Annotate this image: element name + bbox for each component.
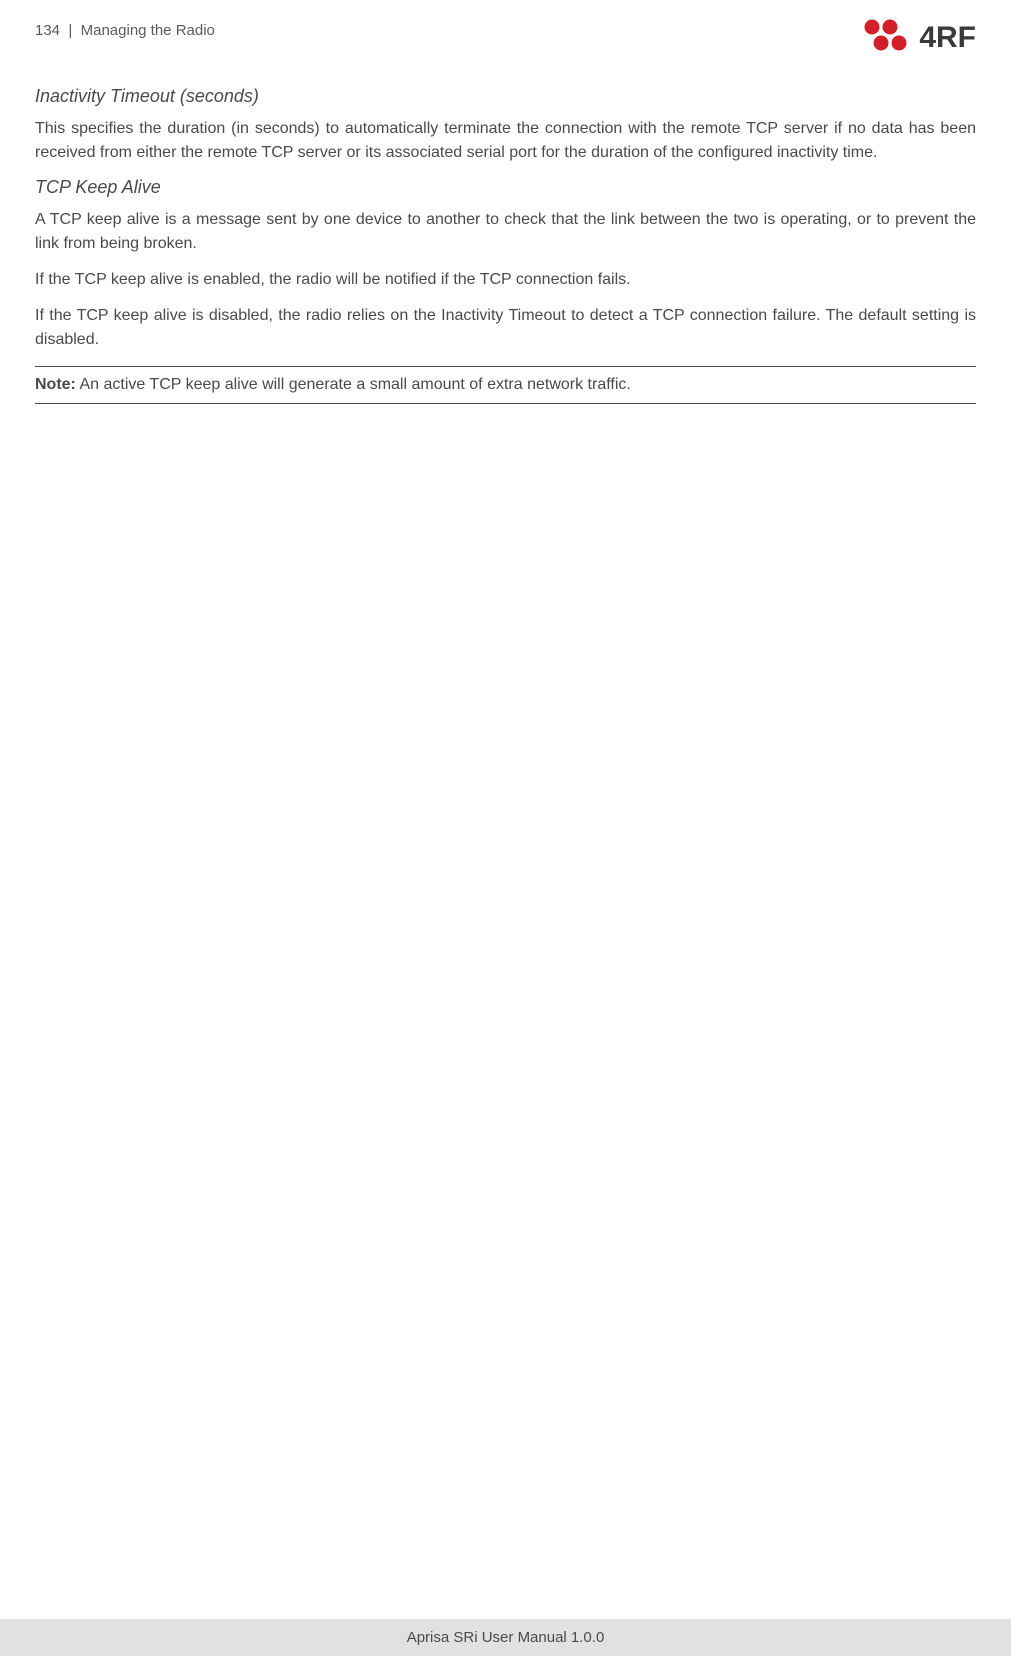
section-heading-2: TCP Keep Alive bbox=[35, 177, 976, 198]
note-label: Note: bbox=[35, 376, 76, 393]
paragraph: If the TCP keep alive is enabled, the ra… bbox=[35, 268, 976, 292]
paragraph: A TCP keep alive is a message sent by on… bbox=[35, 208, 976, 256]
footer-text: Aprisa SRi User Manual 1.0.0 bbox=[407, 1629, 605, 1646]
note: Note: An active TCP keep alive will gene… bbox=[35, 373, 976, 397]
logo-dots-icon bbox=[863, 18, 909, 58]
header-text: 134 | Managing the Radio bbox=[35, 18, 215, 39]
section-title: Managing the Radio bbox=[81, 22, 215, 39]
logo: 4RF bbox=[863, 18, 976, 58]
page-header: 134 | Managing the Radio 4RF bbox=[0, 0, 1011, 58]
paragraph: This specifies the duration (in seconds)… bbox=[35, 117, 976, 165]
paragraph: If the TCP keep alive is disabled, the r… bbox=[35, 304, 976, 352]
page-number: 134 bbox=[35, 22, 60, 39]
section-heading-1: Inactivity Timeout (seconds) bbox=[35, 86, 976, 107]
separator: | bbox=[68, 22, 72, 39]
page-footer: Aprisa SRi User Manual 1.0.0 bbox=[0, 1619, 1011, 1656]
logo-text: 4RF bbox=[919, 21, 976, 55]
divider-bottom bbox=[35, 403, 976, 404]
main-content: Inactivity Timeout (seconds) This specif… bbox=[0, 58, 1011, 404]
divider-top bbox=[35, 366, 976, 367]
note-body: An active TCP keep alive will generate a… bbox=[79, 376, 630, 393]
